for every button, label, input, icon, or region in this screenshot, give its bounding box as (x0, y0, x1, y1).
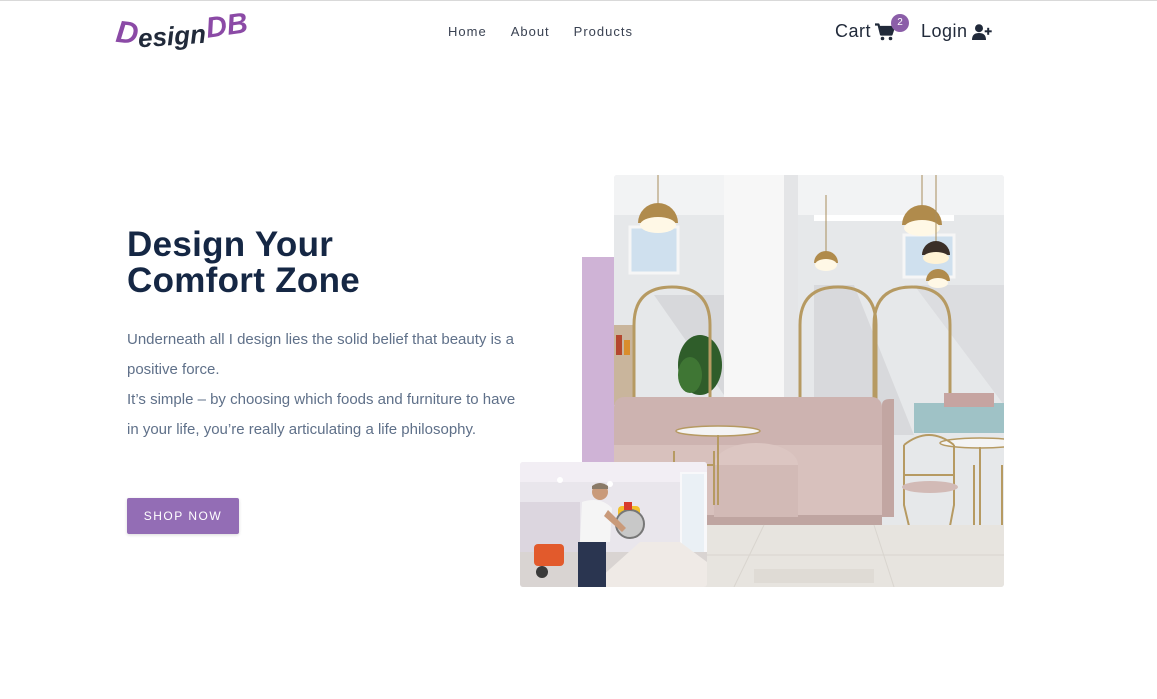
main-nav: Home About Products (448, 24, 657, 39)
page: D esign DB Home About Products Cart 2 Lo… (0, 0, 1157, 699)
brand-logo[interactable]: D esign DB (114, 7, 256, 54)
hero-title-line-1: Design Your (127, 225, 334, 264)
hero-title-line-2: Comfort Zone (127, 261, 361, 300)
nav-link-home[interactable]: Home (448, 24, 487, 39)
cart-label: Cart (835, 21, 872, 41)
logo-word: esign (137, 18, 207, 54)
logo-letter-d: D (114, 13, 141, 52)
hero-paragraph-1: Underneath all I design lies the solid b… (127, 331, 514, 378)
logo-db: DB (203, 7, 250, 45)
nav-link-products[interactable]: Products (574, 24, 633, 39)
cart-button[interactable]: Cart 2 (835, 14, 909, 42)
login-button[interactable]: Login (921, 21, 992, 42)
user-plus-icon (971, 23, 992, 40)
hero-title: Design Your Comfort Zone (127, 227, 457, 299)
cart-count-badge: 2 (891, 14, 909, 32)
hero-description: Underneath all I design lies the solid b… (127, 325, 527, 445)
woodworker-photo (520, 462, 707, 587)
shop-now-button[interactable]: SHOP NOW (127, 498, 239, 534)
login-label: Login (921, 21, 968, 41)
nav-link-about[interactable]: About (511, 24, 550, 39)
hero-paragraph-2: It’s simple – by choosing which foods an… (127, 391, 516, 438)
